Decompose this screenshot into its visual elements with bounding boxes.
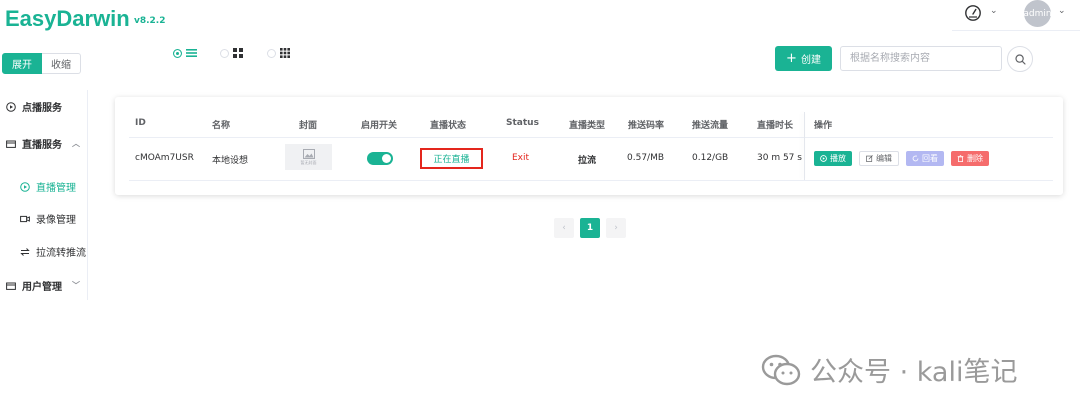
sidebar-item-recording-management[interactable]: 录像管理 [20, 211, 76, 226]
search-button[interactable] [1007, 46, 1033, 72]
sidebar-item-label: 直播管理 [36, 183, 76, 194]
create-button-label: 创建 [800, 55, 821, 66]
plus-icon: + [786, 51, 797, 66]
play-circle-icon [820, 155, 827, 162]
column-header: 名称 [212, 121, 231, 131]
playback-button[interactable]: 回看 [906, 151, 944, 166]
view-mode-grid-4[interactable] [220, 48, 243, 58]
edit-button[interactable]: 编辑 [859, 151, 899, 166]
chevron-down-icon[interactable]: ⌄ [1058, 6, 1066, 16]
cell-name: 本地设想 [212, 156, 249, 166]
live-status-badge: 正在直播 [420, 148, 483, 169]
cell-status: Exit [512, 153, 530, 163]
sidebar-item-label: 点播服务 [22, 103, 62, 114]
sidebar-item-label: 录像管理 [36, 215, 76, 226]
cell-bitrate: 0.57/MB [627, 153, 665, 163]
list-view-icon [186, 49, 197, 57]
collapse-button[interactable]: 收缩 [42, 53, 81, 74]
column-header: 推送码率 [628, 121, 665, 131]
next-page-button[interactable]: › [606, 218, 626, 238]
sidebar-item-label: 直播服务 [22, 140, 62, 151]
column-header: 推送流量 [692, 121, 729, 131]
table-row-divider [129, 180, 1053, 181]
pagination: ‹ 1 › [554, 218, 626, 238]
cell-live-type: 拉流 [578, 156, 597, 166]
radio-unselected[interactable] [220, 48, 229, 58]
search-input[interactable] [840, 46, 1002, 71]
video-camera-icon [20, 215, 30, 222]
column-header: Status [506, 118, 539, 128]
enable-switch[interactable] [367, 152, 393, 165]
create-button[interactable]: + 创建 [775, 46, 832, 71]
sidebar-toggle-group: 展开 收缩 [2, 53, 81, 74]
replay-icon [912, 155, 919, 162]
wechat-icon [761, 354, 801, 385]
play-button[interactable]: 播放 [814, 151, 852, 166]
fixed-column-divider [804, 112, 805, 180]
column-header: ID [135, 118, 146, 128]
sidebar-item-label: 拉流转推流 [36, 248, 86, 259]
playback-button-label: 回看 [922, 154, 938, 163]
sidebar-item-user-management[interactable]: 用户管理 ﹀ [6, 278, 80, 293]
sidebar-item-live-management[interactable]: 直播管理 [20, 179, 76, 194]
trash-icon [957, 155, 964, 162]
user-avatar[interactable]: admin [1023, 0, 1052, 27]
radio-unselected[interactable] [267, 48, 276, 58]
play-circle-icon [6, 101, 16, 112]
chevron-down-icon: ﹀ [72, 281, 80, 290]
prev-page-button[interactable]: ‹ [554, 218, 574, 238]
watermark-text: 公众号 · kali笔记 [810, 357, 1018, 388]
header-divider [952, 30, 1080, 31]
watermark: 公众号 · kali笔记 [760, 350, 1017, 389]
app-version: v8.2.2 [134, 16, 166, 26]
sidebar-item-live-service[interactable]: 直播服务 ︿ [6, 136, 80, 151]
app-logo: EasyDarwin [5, 6, 130, 31]
grid-4-icon [233, 48, 243, 58]
swap-icon [20, 247, 30, 256]
play-circle-icon [20, 181, 30, 192]
page-button-current[interactable]: 1 [580, 218, 600, 238]
column-header: 直播时长 [757, 121, 794, 131]
search-icon [1014, 53, 1026, 65]
sidebar-item-vod-service[interactable]: 点播服务 [6, 99, 62, 114]
sidebar-item-pull-to-push[interactable]: 拉流转推流 [20, 244, 86, 259]
edit-button-label: 编辑 [876, 154, 892, 163]
expand-button[interactable]: 展开 [2, 53, 42, 74]
avatar-label: admin [1023, 8, 1052, 19]
column-header: 直播类型 [569, 121, 606, 131]
cover-thumbnail[interactable]: 暂无封面 [285, 144, 332, 170]
edit-icon [866, 155, 873, 162]
grid-9-icon [280, 48, 290, 58]
view-mode-grid-9[interactable] [267, 48, 290, 58]
column-header: 封面 [299, 121, 318, 131]
image-placeholder-icon [302, 148, 315, 159]
dashboard-gauge-icon[interactable] [964, 4, 982, 22]
table-header-divider [129, 137, 1053, 138]
row-actions: 播放 编辑 回看 删除 [814, 151, 989, 166]
view-mode-list[interactable] [173, 48, 197, 58]
play-button-label: 播放 [830, 154, 846, 163]
column-header: 操作 [814, 121, 833, 131]
monitor-icon [6, 282, 16, 290]
sidebar [0, 90, 88, 300]
cell-id: cMOAm7USR [135, 153, 194, 163]
radio-selected[interactable] [173, 48, 182, 58]
cell-duration: 30 m 57 s [757, 153, 802, 163]
cover-placeholder-text: 暂无封面 [300, 159, 317, 165]
chevron-down-icon[interactable]: ⌄ [990, 6, 998, 16]
monitor-icon [6, 140, 16, 148]
delete-button[interactable]: 删除 [951, 151, 989, 166]
live-stream-table: ID 名称 封面 启用开关 直播状态 Status 直播类型 推送码率 推送流量… [115, 97, 1063, 195]
column-header: 启用开关 [361, 121, 398, 131]
cell-traffic: 0.12/GB [692, 153, 729, 163]
column-header: 直播状态 [430, 121, 467, 131]
sidebar-item-label: 用户管理 [22, 282, 62, 293]
chevron-up-icon: ︿ [72, 139, 80, 148]
delete-button-label: 删除 [967, 154, 983, 163]
